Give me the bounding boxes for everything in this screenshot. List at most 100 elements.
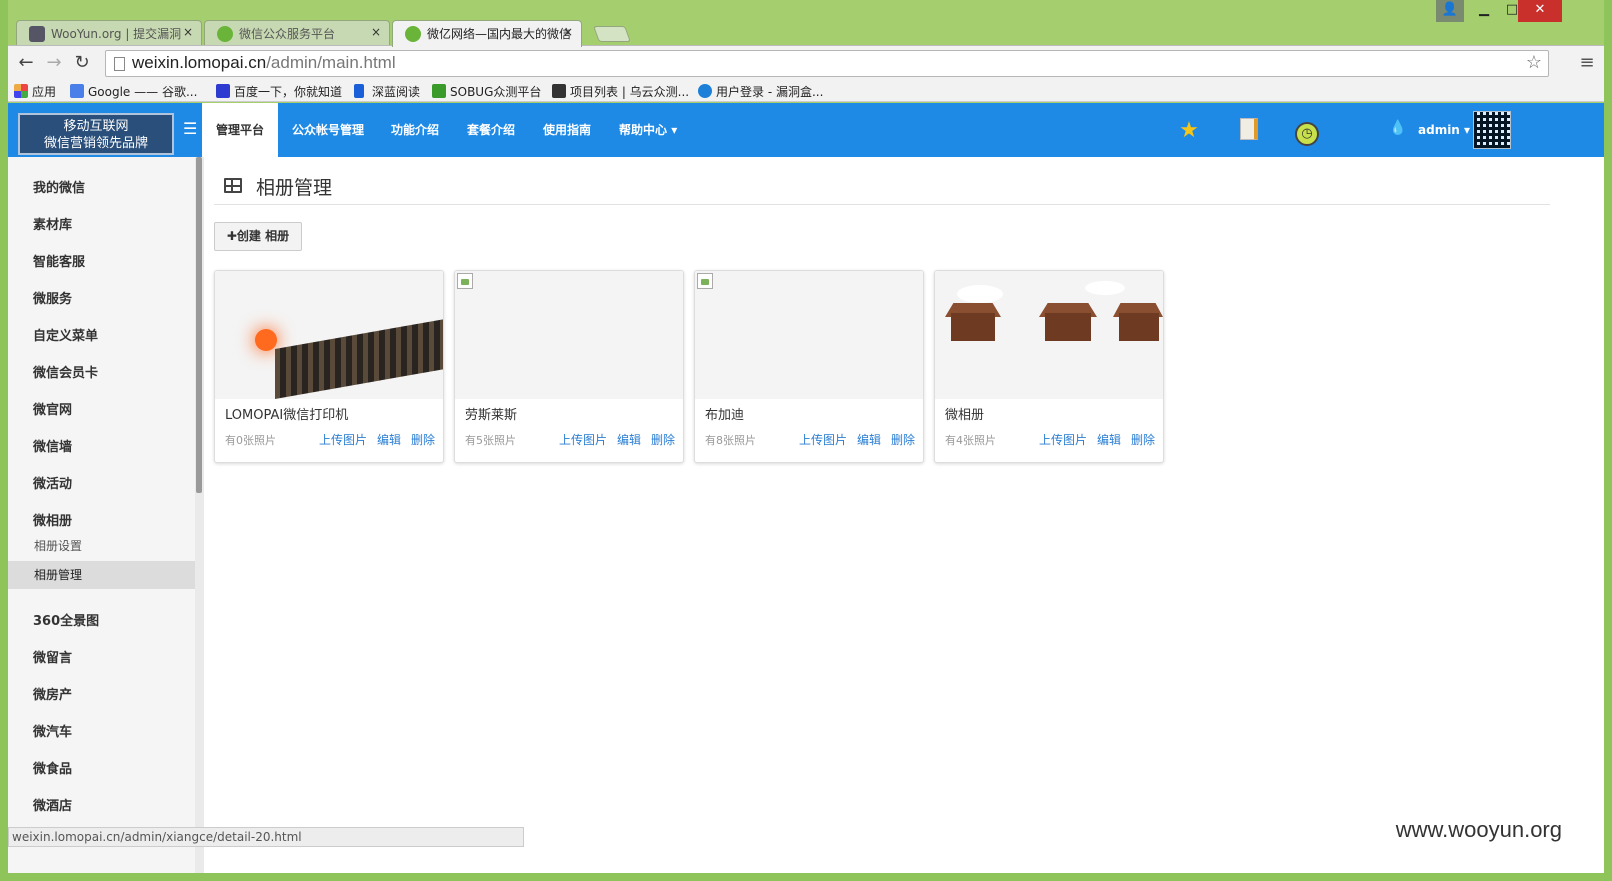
new-tab-button[interactable]: [593, 26, 631, 42]
sidebar-item-custom-menu[interactable]: 自定义菜单: [33, 325, 98, 344]
browser-toolbar: ← → ↻ weixin.lomopai.cn/admin/main.html …: [8, 45, 1604, 80]
album-photo-count: 有5张照片: [465, 434, 516, 447]
tab-weiyi-active[interactable]: 微亿网络—国内最大的微信 ×: [392, 20, 582, 47]
google-icon: [70, 84, 84, 98]
bookmark-google[interactable]: Google —— 谷歌...: [70, 83, 197, 100]
album-name: 微相册: [945, 408, 985, 423]
water-bungalow: [951, 313, 995, 341]
close-icon[interactable]: ×: [183, 25, 193, 39]
delete-link[interactable]: 删除: [651, 431, 675, 448]
page-icon: [114, 57, 125, 71]
album-card: LOMOPAI微信打印机 有0张照片 上传图片 编辑 删除: [214, 270, 444, 463]
tab-title: WooYun.org | 提交漏洞: [51, 27, 182, 41]
upload-image-link[interactable]: 上传图片: [319, 431, 367, 448]
watermark: www.wooyun.org: [1395, 817, 1562, 842]
album-cover-image[interactable]: [455, 271, 683, 399]
sidebar-scroll-thumb[interactable]: [196, 157, 202, 493]
create-album-button[interactable]: ✚创建 相册: [214, 222, 302, 251]
brand-logo[interactable]: 移动互联网 微信营销领先品牌: [18, 113, 174, 155]
star-icon[interactable]: ★: [1176, 118, 1202, 144]
sidebar-subitem-album-management[interactable]: 相册管理: [8, 561, 195, 589]
sidebar-item-micro-service[interactable]: 微服务: [33, 288, 72, 307]
bookmark-wooyun-zhongce[interactable]: 项目列表 | 乌云众测...: [552, 83, 689, 100]
broken-image-icon: [697, 273, 713, 289]
sidebar-item-smart-service[interactable]: 智能客服: [33, 251, 85, 270]
bookmark-sobug[interactable]: SOBUG众测平台: [432, 83, 541, 100]
bookmarks-bar: 应用 Google —— 谷歌... 百度一下，你就知道 深蓝阅读 SOBUG众…: [8, 80, 1604, 102]
upload-image-link[interactable]: 上传图片: [559, 431, 607, 448]
water-drop-icon[interactable]: 💧: [1389, 120, 1406, 136]
sidebar-item-food[interactable]: 微食品: [33, 758, 72, 777]
nav-packages[interactable]: 套餐介绍: [453, 103, 529, 157]
tab-strip: WooYun.org | 提交漏洞 × 微信公众服务平台 × 微亿网络—国内最大…: [8, 0, 1604, 47]
bookmark-shenlan[interactable]: 深蓝阅读: [354, 83, 420, 100]
url-path: /admin/main.html: [266, 53, 396, 72]
address-bar[interactable]: weixin.lomopai.cn/admin/main.html ☆: [105, 50, 1549, 77]
user-menu[interactable]: admin ▾: [1418, 103, 1470, 157]
page-title: 相册管理: [256, 177, 333, 199]
hamburger-menu-icon[interactable]: ☰: [183, 119, 197, 138]
bookmark-baidu[interactable]: 百度一下，你就知道: [216, 83, 342, 100]
sidebar-item-album[interactable]: 微相册: [33, 510, 72, 529]
tab-wooyun[interactable]: WooYun.org | 提交漏洞 ×: [16, 20, 202, 46]
edit-link[interactable]: 编辑: [377, 431, 401, 448]
back-arrow-icon[interactable]: ←: [14, 52, 38, 76]
nav-account-management[interactable]: 公众帐号管理: [278, 103, 378, 157]
reload-icon[interactable]: ↻: [70, 52, 94, 76]
sidebar-item-my-weixin[interactable]: 我的微信: [33, 177, 85, 196]
sidebar-item-real-estate[interactable]: 微房产: [33, 684, 72, 703]
delete-link[interactable]: 删除: [891, 431, 915, 448]
album-cover-image[interactable]: [215, 271, 443, 399]
sidebar-item-member-card[interactable]: 微信会员卡: [33, 362, 98, 381]
notebook-icon[interactable]: [1236, 118, 1262, 144]
sidebar-item-activities[interactable]: 微活动: [33, 473, 72, 492]
url-host: weixin.lomopai.cn: [132, 53, 267, 72]
upload-image-link[interactable]: 上传图片: [1039, 431, 1087, 448]
upload-image-link[interactable]: 上传图片: [799, 431, 847, 448]
wechat-favicon-icon: [405, 26, 421, 42]
hexagon-icon: [698, 84, 712, 98]
minimize-icon[interactable]: ▁: [1470, 0, 1498, 22]
close-icon[interactable]: ×: [371, 25, 381, 39]
user-profile-icon[interactable]: 👤: [1436, 0, 1464, 22]
wechat-favicon-icon: [217, 26, 233, 42]
water-bungalow: [1045, 313, 1091, 341]
chevron-down-icon: ▾: [1464, 123, 1471, 137]
sidebar-item-materials[interactable]: 素材库: [33, 214, 72, 233]
bookmark-star-icon[interactable]: ☆: [1526, 52, 1542, 73]
browser-menu-icon[interactable]: ≡: [1576, 52, 1598, 74]
nav-admin-platform[interactable]: 管理平台: [202, 103, 279, 157]
sidebar-item-hotel[interactable]: 微酒店: [33, 795, 72, 814]
forward-arrow-icon[interactable]: →: [42, 52, 66, 76]
album-name: 劳斯莱斯: [465, 408, 518, 423]
bookmark-apps[interactable]: 应用: [14, 83, 56, 100]
sidebar-item-auto[interactable]: 微汽车: [33, 721, 72, 740]
nav-help-center[interactable]: 帮助中心 ▾: [605, 103, 691, 157]
history-clock-icon[interactable]: ◷: [1294, 118, 1320, 146]
album-photo-count: 有8张照片: [705, 434, 756, 447]
album-card: 劳斯莱斯 有5张照片 上传图片 编辑 删除: [454, 270, 684, 463]
chevron-down-icon: ▾: [671, 123, 678, 137]
album-cover-image[interactable]: [695, 271, 923, 399]
qr-code-icon[interactable]: [1473, 111, 1511, 149]
main-content: 相册管理 ✚创建 相册 LOMOPAI微信打印机 有0张照片 上传图片 编辑 删…: [204, 157, 1604, 873]
delete-link[interactable]: 删除: [1131, 431, 1155, 448]
delete-link[interactable]: 删除: [411, 431, 435, 448]
edit-link[interactable]: 编辑: [1097, 431, 1121, 448]
sidebar-subitem-album-settings[interactable]: 相册设置: [8, 532, 195, 560]
web-page: 移动互联网 微信营销领先品牌 ☰ 管理平台 公众帐号管理 功能介绍 套餐介绍 使…: [8, 103, 1604, 873]
album-cover-image[interactable]: [935, 271, 1163, 399]
tab-weixin-mp[interactable]: 微信公众服务平台 ×: [204, 20, 390, 46]
nav-guide[interactable]: 使用指南: [529, 103, 605, 157]
edit-link[interactable]: 编辑: [857, 431, 881, 448]
window-close-icon[interactable]: ✕: [1518, 0, 1562, 22]
edit-link[interactable]: 编辑: [617, 431, 641, 448]
bookmark-loudonghe[interactable]: 用户登录 - 漏洞盒...: [698, 83, 823, 100]
sidebar-item-panorama[interactable]: 360全景图: [33, 610, 99, 629]
nav-features[interactable]: 功能介绍: [377, 103, 453, 157]
sidebar-item-micro-site[interactable]: 微官网: [33, 399, 72, 418]
close-icon[interactable]: ×: [563, 25, 573, 39]
sidebar-item-wall[interactable]: 微信墙: [33, 436, 72, 455]
sidebar-item-messages[interactable]: 微留言: [33, 647, 72, 666]
water-bungalow: [1119, 313, 1159, 341]
